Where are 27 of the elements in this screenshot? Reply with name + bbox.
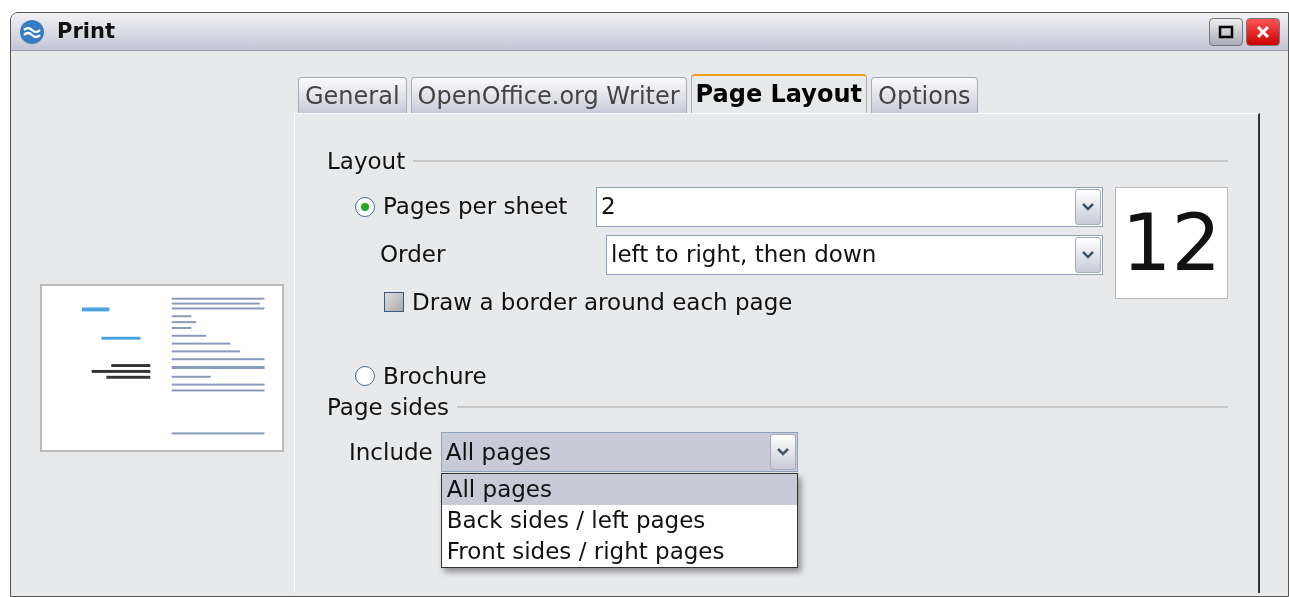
radio-button[interactable] [355, 196, 375, 217]
maximize-icon [1218, 24, 1234, 39]
checkbox-label: Draw a border around each page [412, 287, 793, 317]
dropdown-option[interactable]: All pages [441, 474, 797, 505]
radio-button[interactable] [355, 366, 375, 387]
radio-label: Pages per sheet [383, 192, 569, 222]
order-label: Order [379, 240, 447, 270]
tab[interactable]: General [298, 77, 407, 113]
close-icon [1255, 23, 1271, 40]
radio-label: Brochure [383, 362, 487, 391]
maximize-button[interactable] [1209, 17, 1243, 46]
dropdown-option[interactable]: Front sides / right pages [441, 536, 797, 567]
close-button[interactable] [1246, 17, 1280, 46]
tab[interactable]: Page Layout [690, 74, 867, 113]
section-title: Layout [327, 147, 406, 176]
layout-preview-number: 12 [1115, 186, 1228, 299]
include-dropdown[interactable]: All pages [440, 432, 798, 472]
tab[interactable]: OpenOffice.org Writer [410, 77, 687, 113]
section-title: Page sides [327, 392, 450, 422]
tab[interactable]: Options [871, 77, 978, 113]
include-label: Include [349, 437, 433, 467]
dropdown-option[interactable]: Back sides / left pages [441, 505, 797, 536]
checkbox[interactable] [384, 291, 404, 312]
order-dropdown[interactable]: left to right, then down [606, 234, 1103, 275]
window-title: Print [57, 17, 115, 45]
app-logo-icon [19, 18, 45, 45]
pages-per-sheet-dropdown[interactable]: 2 [596, 186, 1103, 227]
